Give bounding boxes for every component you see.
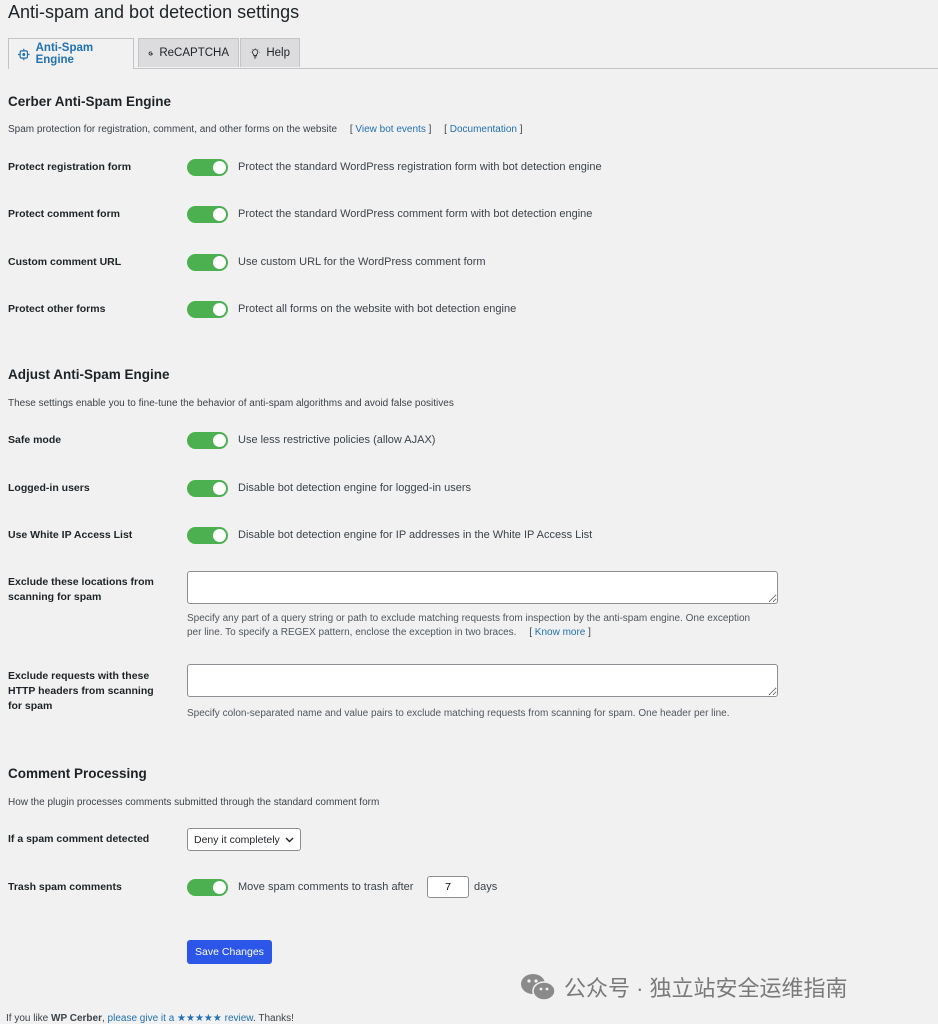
google-g-icon bbox=[148, 50, 153, 56]
safe-mode-label: Safe mode bbox=[8, 434, 62, 446]
white-ip-list-toggle[interactable] bbox=[187, 527, 228, 544]
exclude-locations-textarea[interactable] bbox=[187, 571, 778, 604]
logged-in-users-text: Disable bot detection engine for logged-… bbox=[238, 482, 471, 494]
tab-label: Anti-Spam Engine bbox=[35, 42, 94, 66]
section-description: How the plugin processes comments submit… bbox=[8, 797, 380, 808]
safe-mode-text: Use less restrictive policies (allow AJA… bbox=[238, 434, 436, 446]
toggle-knob bbox=[213, 161, 226, 174]
lightbulb-icon bbox=[250, 47, 260, 58]
protect-comment-text: Protect the standard WordPress comment f… bbox=[238, 208, 593, 220]
custom-comment-url-toggle[interactable] bbox=[187, 254, 228, 271]
tab-label: ReCAPTCHA bbox=[159, 47, 229, 59]
safe-mode-toggle[interactable] bbox=[187, 432, 228, 449]
custom-comment-url-text: Use custom URL for the WordPress comment… bbox=[238, 256, 486, 268]
trash-days-input[interactable] bbox=[427, 876, 469, 898]
know-more-link[interactable]: Know more bbox=[535, 627, 586, 638]
trash-spam-text: Move spam comments to trash after bbox=[238, 881, 414, 893]
protect-other-forms-label: Protect other forms bbox=[8, 303, 106, 315]
protect-registration-label: Protect registration form bbox=[8, 161, 132, 173]
exclude-locations-label: Exclude these locations from scanning fo… bbox=[8, 576, 154, 603]
days-suffix: days bbox=[474, 881, 498, 893]
tab-anti-spam-engine[interactable]: Anti-Spam Engine bbox=[8, 38, 134, 69]
exclude-headers-label: Exclude requests with these HTTP headers… bbox=[8, 670, 154, 712]
toggle-knob bbox=[213, 434, 226, 447]
custom-comment-url-label: Custom comment URL bbox=[8, 256, 122, 268]
trash-spam-toggle[interactable] bbox=[187, 879, 228, 896]
review-link[interactable]: please give it a ★★★★★ review bbox=[108, 1013, 253, 1024]
trash-spam-label: Trash spam comments bbox=[8, 881, 122, 893]
chevron-down-icon bbox=[285, 837, 294, 842]
section-title-cerber-anti-spam-engine: Cerber Anti-Spam Engine bbox=[8, 94, 172, 109]
toggle-knob bbox=[213, 482, 226, 495]
logged-in-users-toggle[interactable] bbox=[187, 480, 228, 497]
section-description: These settings enable you to fine-tune t… bbox=[8, 398, 454, 409]
watermark-text: 公众号 · 独立站安全运维指南 bbox=[564, 976, 848, 1001]
watermark: 公众号 · 独立站安全运维指南 bbox=[520, 971, 848, 1003]
save-changes-button[interactable]: Save Changes bbox=[187, 940, 272, 964]
documentation-link[interactable]: Documentation bbox=[450, 124, 517, 135]
section-description: Spam protection for registration, commen… bbox=[8, 124, 523, 135]
exclude-locations-help: Specify any part of a query string or pa… bbox=[187, 613, 751, 638]
toggle-knob bbox=[213, 208, 226, 221]
logged-in-users-label: Logged-in users bbox=[8, 482, 90, 494]
toggle-knob bbox=[213, 881, 226, 894]
protect-comment-label: Protect comment form bbox=[8, 208, 121, 220]
white-ip-list-text: Disable bot detection engine for IP addr… bbox=[238, 529, 593, 541]
toggle-knob bbox=[213, 303, 226, 316]
protect-registration-text: Protect the standard WordPress registrat… bbox=[238, 161, 602, 173]
protect-registration-toggle[interactable] bbox=[187, 159, 228, 176]
exclude-headers-textarea[interactable] bbox=[187, 664, 778, 697]
footer-credit: If you like WP Cerber, please give it a … bbox=[6, 1013, 294, 1024]
toggle-knob bbox=[213, 529, 226, 542]
exclude-headers-help: Specify colon-separated name and value p… bbox=[187, 708, 730, 719]
tab-bar: Anti-Spam Engine ReCAPTCHA Help bbox=[8, 38, 938, 69]
view-bot-events-link[interactable]: View bot events bbox=[355, 124, 425, 135]
gear-chip-icon bbox=[18, 48, 30, 60]
section-title-adjust-anti-spam-engine: Adjust Anti-Spam Engine bbox=[8, 367, 170, 382]
protect-other-forms-toggle[interactable] bbox=[187, 301, 228, 318]
section-title-comment-processing: Comment Processing bbox=[8, 766, 147, 781]
footer-brand: WP Cerber bbox=[51, 1013, 102, 1024]
toggle-knob bbox=[213, 256, 226, 269]
page-title: Anti-spam and bot detection settings bbox=[8, 2, 300, 22]
select-value: Deny it completely bbox=[194, 833, 280, 846]
wechat-icon bbox=[521, 974, 556, 1001]
protect-comment-toggle[interactable] bbox=[187, 206, 228, 223]
protect-other-forms-text: Protect all forms on the website with bo… bbox=[238, 303, 517, 315]
tab-label: Help bbox=[266, 47, 290, 59]
spam-action-select[interactable]: Deny it completely bbox=[187, 828, 301, 851]
tab-help[interactable]: Help bbox=[240, 38, 300, 67]
white-ip-list-label: Use White IP Access List bbox=[8, 529, 133, 541]
spam-detected-label: If a spam comment detected bbox=[8, 833, 150, 845]
tab-recaptcha[interactable]: ReCAPTCHA bbox=[138, 38, 239, 67]
